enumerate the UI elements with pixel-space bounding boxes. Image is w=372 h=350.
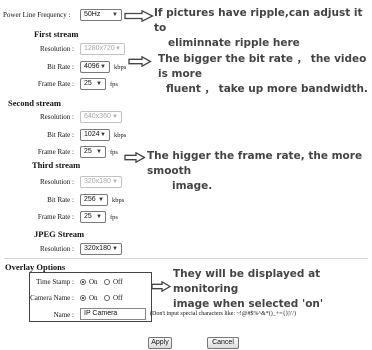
first-framerate-select[interactable]: 25 ▼ <box>80 78 106 90</box>
chevron-down-icon: ▼ <box>96 81 102 87</box>
time-stamp-off-radio[interactable] <box>104 279 110 285</box>
time-stamp-off-label: Off <box>113 278 123 286</box>
right-arrow-icon <box>124 152 146 163</box>
second-bitrate-select[interactable]: 1024 ▼ <box>80 129 110 141</box>
third-bitrate-select[interactable]: 256 ▼ <box>80 194 108 206</box>
third-framerate-select[interactable]: 25 ▼ <box>80 211 106 223</box>
overlay-annotation-line1: They will be displayed at monitoring <box>173 268 321 295</box>
first-bitrate-value: 4096 <box>84 63 100 70</box>
section-divider <box>4 258 368 259</box>
jpeg-stream-title: JPEG Stream <box>34 229 85 239</box>
second-bitrate-value: 1024 <box>84 131 100 138</box>
first-framerate-unit: fps <box>110 81 118 88</box>
jpeg-resolution-label: Resolution : <box>39 245 74 253</box>
first-bitrate-select[interactable]: 4096 ▼ <box>80 61 110 73</box>
power-line-select[interactable]: 50Hz ▼ <box>80 9 122 21</box>
third-framerate-unit: fps <box>110 214 118 221</box>
power-line-label: Power Line Frequency : <box>3 11 71 19</box>
second-framerate-select[interactable]: 25 ▼ <box>80 146 106 158</box>
chevron-down-icon: ▼ <box>100 64 106 70</box>
camera-name-on-radio[interactable] <box>80 295 86 301</box>
first-resolution-value: 1280x720 <box>84 45 115 52</box>
right-arrow-icon <box>151 281 171 292</box>
right-arrow-icon <box>124 10 154 22</box>
second-bitrate-unit: kbps <box>114 132 127 139</box>
second-framerate-label: Frame Rate : <box>37 148 74 156</box>
first-bitrate-unit: kbps <box>114 64 127 71</box>
framerate-annotation: The higger the frame rate, the more smoo… <box>147 149 372 194</box>
third-stream-title: Third stream <box>32 160 81 170</box>
camera-name-off-radio[interactable] <box>104 295 110 301</box>
second-resolution-value: 640x360 <box>84 113 111 120</box>
second-framerate-value: 25 <box>84 148 92 155</box>
name-label: Name : <box>53 311 74 319</box>
third-resolution-value: 320x180 <box>84 178 111 185</box>
third-framerate-label: Frame Rate : <box>37 213 74 221</box>
camera-name-input[interactable]: IP Camera <box>80 308 146 320</box>
first-stream-title: First stream <box>34 29 79 39</box>
third-resolution-label: Resolution : <box>39 178 74 186</box>
chevron-down-icon: ▼ <box>98 197 104 203</box>
framerate-annotation-line1: The higger the frame rate, the more smoo… <box>147 150 363 177</box>
time-stamp-label: Time Stamp : <box>36 278 74 286</box>
cancel-button[interactable]: Cancel <box>207 337 239 349</box>
second-resolution-select[interactable]: 640x360 ▼ <box>80 111 122 123</box>
ripple-annotation: If pictures have ripple,can adjust it to… <box>154 6 372 51</box>
chevron-down-icon: ▼ <box>96 149 102 155</box>
ripple-annotation-line2: eliminnate ripple here <box>168 37 300 49</box>
second-framerate-unit: fps <box>110 149 118 156</box>
third-framerate-value: 25 <box>84 213 92 220</box>
bitrate-annotation-line1: The bigger the bit rate ， the video is m… <box>158 53 367 80</box>
chevron-down-icon: ▼ <box>100 132 106 138</box>
camera-name-on-label: On <box>89 294 98 302</box>
overlay-annotation-line2: image when selected 'on' <box>173 298 324 310</box>
overlay-options-title: Overlay Options <box>5 262 66 272</box>
first-resolution-select[interactable]: 1280x720 ▼ <box>80 43 125 55</box>
chevron-down-icon: ▼ <box>112 246 118 252</box>
bitrate-annotation-line2: fluent ， take up more bandwidth. <box>166 83 368 95</box>
first-framerate-value: 25 <box>84 80 92 87</box>
chevron-down-icon: ▼ <box>96 214 102 220</box>
third-bitrate-label: Bit Rate : <box>47 196 74 204</box>
chevron-down-icon: ▼ <box>112 114 118 120</box>
camera-name-off-label: Off <box>113 294 123 302</box>
right-arrow-icon <box>128 56 152 67</box>
chevron-down-icon: ▼ <box>115 46 121 52</box>
time-stamp-on-radio[interactable] <box>80 279 86 285</box>
camera-name-label: Camera Name : <box>30 294 74 302</box>
first-resolution-label: Resolution : <box>39 45 74 53</box>
bitrate-annotation: The bigger the bit rate ， the video is m… <box>158 52 372 97</box>
jpeg-resolution-select[interactable]: 320x180 ▼ <box>80 243 122 255</box>
power-line-value: 50Hz <box>84 11 101 18</box>
jpeg-resolution-value: 320x180 <box>84 245 111 252</box>
chevron-down-icon: ▼ <box>112 179 118 185</box>
second-stream-title: Second stream <box>8 98 61 108</box>
first-bitrate-label: Bit Rate : <box>47 63 74 71</box>
third-bitrate-value: 256 <box>84 196 96 203</box>
ripple-annotation-line1: If pictures have ripple,can adjust it to <box>154 7 363 34</box>
third-bitrate-unit: kbps <box>112 197 125 204</box>
apply-button[interactable]: Apply <box>148 337 172 349</box>
chevron-down-icon: ▼ <box>112 12 118 18</box>
framerate-annotation-line2: image. <box>172 180 213 192</box>
second-bitrate-label: Bit Rate : <box>47 131 74 139</box>
first-framerate-label: Frame Rate : <box>37 80 74 88</box>
third-resolution-select[interactable]: 320x180 ▼ <box>80 176 122 188</box>
second-resolution-label: Resolution : <box>39 113 74 121</box>
time-stamp-on-label: On <box>89 278 98 286</box>
overlay-annotation: They will be displayed at monitoring ima… <box>173 267 372 312</box>
